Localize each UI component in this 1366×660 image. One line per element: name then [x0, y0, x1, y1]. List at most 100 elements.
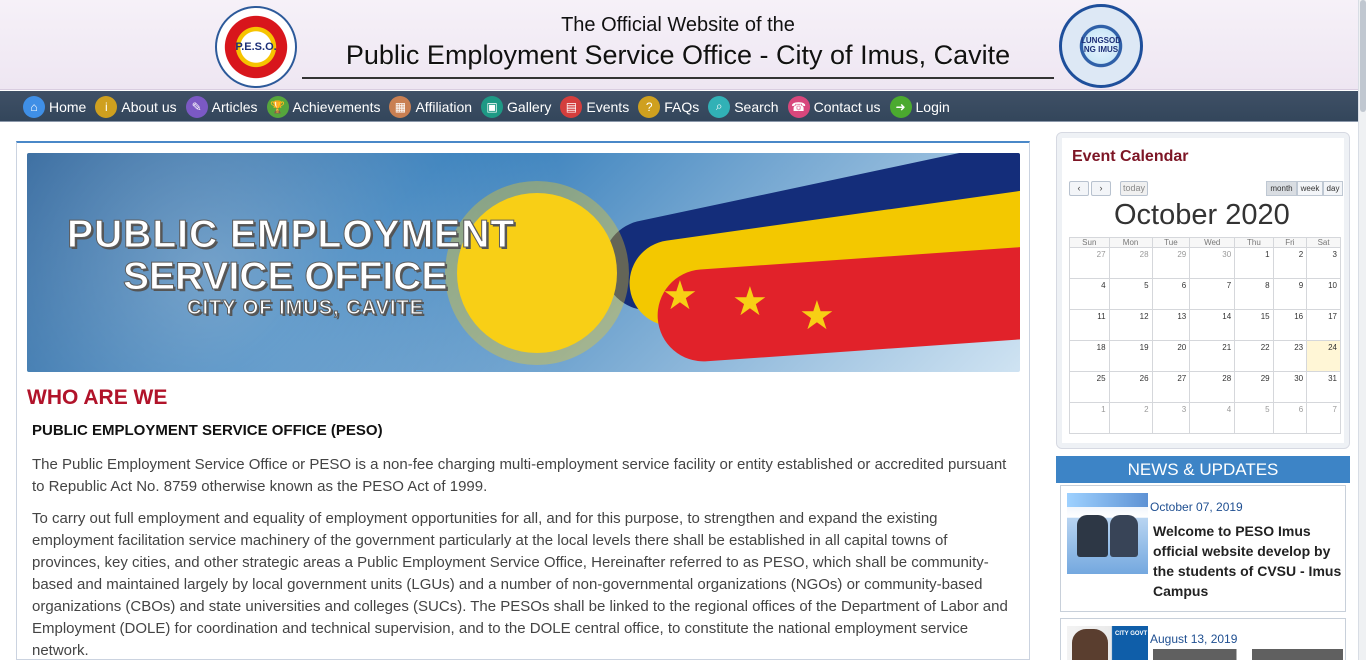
calendar-day[interactable]: 7 [1306, 402, 1341, 434]
question-icon: ? [638, 95, 661, 118]
peso-logo-text: P.E.S.O. [235, 41, 277, 53]
calendar-day[interactable]: 25 [1069, 371, 1110, 403]
nav-item-about-us[interactable]: i About us [95, 91, 177, 122]
nav-item-label: Achievements [292, 98, 381, 115]
banner-title-line2: SERVICE OFFICE [122, 255, 448, 299]
calendar-day[interactable]: 1 [1234, 247, 1274, 279]
nav-item-search[interactable]: ⌕ Search [708, 91, 779, 122]
calendar-day[interactable]: 29 [1151, 247, 1191, 279]
calendar-grid: Sun Mon Tue Wed Thu Fri Sat 27 28 29 30 1 2 3 4 5 6 7 8 9 1… [1069, 237, 1341, 434]
calendar-icon: ▤ [560, 95, 583, 118]
calendar-day[interactable]: 4 [1069, 278, 1110, 310]
nav-item-events[interactable]: ▤ Events [560, 91, 629, 122]
hero-banner: ★ ★ ★ PUBLIC EMPLOYMENT SERVICE OFFICE C… [27, 153, 1020, 372]
prev-month-button[interactable]: ‹ [1069, 181, 1089, 196]
week-view-button[interactable]: week [1297, 181, 1323, 196]
calendar-week: 27 28 29 30 1 2 3 [1069, 247, 1341, 279]
weekday-header: Sat [1306, 237, 1341, 248]
calendar-day[interactable]: 21 [1189, 340, 1236, 372]
calendar-day[interactable]: 27 [1151, 371, 1191, 403]
calendar-controls: ‹ › today month week day [1069, 181, 1343, 199]
calendar-day[interactable]: 5 [1234, 402, 1274, 434]
calendar-day[interactable]: 2 [1272, 247, 1308, 279]
calendar-day[interactable]: 15 [1234, 309, 1274, 341]
calendar-day[interactable]: 20 [1151, 340, 1191, 372]
news-thumbnail [1067, 493, 1148, 574]
calendar-day[interactable]: 6 [1272, 402, 1308, 434]
news-headline-partial[interactable] [1153, 649, 1343, 660]
thumbnail-banner [1067, 493, 1148, 507]
trophy-icon: 🏆 [266, 95, 289, 118]
building-icon: ▦ [389, 95, 412, 118]
nav-item-affiliation[interactable]: ▦ Affiliation [389, 91, 472, 122]
about-heading: PUBLIC EMPLOYMENT SERVICE OFFICE (PESO) [32, 422, 383, 439]
calendar-day[interactable]: 30 [1189, 247, 1236, 279]
calendar-day[interactable]: 26 [1108, 371, 1153, 403]
calendar-day[interactable]: 16 [1272, 309, 1308, 341]
thumbnail-person [1110, 515, 1138, 557]
nav-item-login[interactable]: ➜ Login [889, 91, 950, 122]
scrollbar-thumb[interactable] [1360, 0, 1366, 112]
news-item[interactable]: October 07, 2019 Welcome to PESO Imus of… [1060, 485, 1346, 612]
nav-item-home[interactable]: ⌂ Home [23, 91, 86, 122]
imus-seal: LUNGSOD NG IMUS [1059, 4, 1143, 88]
calendar-day[interactable]: 9 [1272, 278, 1308, 310]
nav-item-contact-us[interactable]: ☎ Contact us [787, 91, 881, 122]
calendar-week: 4 5 6 7 8 9 10 [1069, 278, 1341, 310]
nav-item-achievements[interactable]: 🏆 Achievements [266, 91, 381, 122]
day-view-button[interactable]: day [1323, 181, 1343, 196]
calendar-day[interactable]: 24 [1306, 340, 1341, 372]
calendar-day[interactable]: 6 [1151, 278, 1191, 310]
calendar-day[interactable]: 30 [1272, 371, 1308, 403]
calendar-day[interactable]: 17 [1306, 309, 1341, 341]
calendar-day[interactable]: 22 [1234, 340, 1274, 372]
calendar-month-title: October 2020 [1114, 199, 1290, 231]
info-icon: i [95, 95, 118, 118]
calendar-day[interactable]: 19 [1108, 340, 1153, 372]
calendar-day[interactable]: 5 [1108, 278, 1153, 310]
weekday-header: Fri [1272, 237, 1308, 248]
calendar-day[interactable]: 29 [1234, 371, 1274, 403]
calendar-day[interactable]: 27 [1069, 247, 1110, 279]
calendar-day[interactable]: 8 [1234, 278, 1274, 310]
nav-item-gallery[interactable]: ▣ Gallery [481, 91, 551, 122]
next-month-button[interactable]: › [1091, 181, 1111, 196]
page: P.E.S.O. The Official Website of the Pub… [0, 0, 1366, 660]
calendar-day[interactable]: 23 [1272, 340, 1308, 372]
news-thumbnail: CITY GOVT [1067, 626, 1148, 660]
weekday-header: Thu [1234, 237, 1274, 248]
vertical-scrollbar[interactable] [1358, 0, 1366, 660]
nav-item-articles[interactable]: ✎ Articles [185, 91, 258, 122]
calendar-day[interactable]: 28 [1108, 247, 1153, 279]
calendar-day[interactable]: 13 [1151, 309, 1191, 341]
nav-item-label: Contact us [813, 98, 881, 115]
calendar-day[interactable]: 31 [1306, 371, 1341, 403]
main-content: ★ ★ ★ PUBLIC EMPLOYMENT SERVICE OFFICE C… [16, 141, 1030, 660]
login-icon: ➜ [889, 95, 912, 118]
calendar-day[interactable]: 3 [1306, 247, 1341, 279]
about-content: PUBLIC EMPLOYMENT SERVICE OFFICE (PESO) … [32, 420, 1012, 660]
weekday-header: Mon [1108, 237, 1153, 248]
nav-item-faqs[interactable]: ? FAQs [638, 91, 699, 122]
calendar-day[interactable]: 3 [1151, 402, 1191, 434]
calendar-day[interactable]: 4 [1189, 402, 1236, 434]
section-title: WHO ARE WE [27, 386, 168, 409]
event-calendar-widget: Event Calendar ‹ › today month week day … [1056, 132, 1350, 449]
calendar-day[interactable]: 11 [1069, 309, 1110, 341]
nav-item-label: About us [121, 98, 177, 115]
calendar-day[interactable]: 2 [1108, 402, 1153, 434]
calendar-day[interactable]: 1 [1069, 402, 1110, 434]
banner-subtitle: CITY OF IMUS, CAVITE [186, 297, 425, 320]
about-paragraph-1: The Public Employment Service Office or … [32, 456, 1007, 495]
calendar-week: 18 19 20 21 22 23 24 [1069, 340, 1341, 372]
today-button[interactable]: today [1120, 181, 1148, 196]
calendar-day[interactable]: 10 [1306, 278, 1341, 310]
calendar-day[interactable]: 18 [1069, 340, 1110, 372]
news-headline[interactable]: Welcome to PESO Imus official website de… [1153, 521, 1343, 601]
calendar-day[interactable]: 28 [1189, 371, 1236, 403]
month-view-button[interactable]: month [1266, 181, 1297, 196]
news-item[interactable]: CITY GOVT August 13, 2019 [1060, 618, 1346, 660]
calendar-day[interactable]: 12 [1108, 309, 1153, 341]
calendar-day[interactable]: 14 [1189, 309, 1236, 341]
calendar-day[interactable]: 7 [1189, 278, 1236, 310]
